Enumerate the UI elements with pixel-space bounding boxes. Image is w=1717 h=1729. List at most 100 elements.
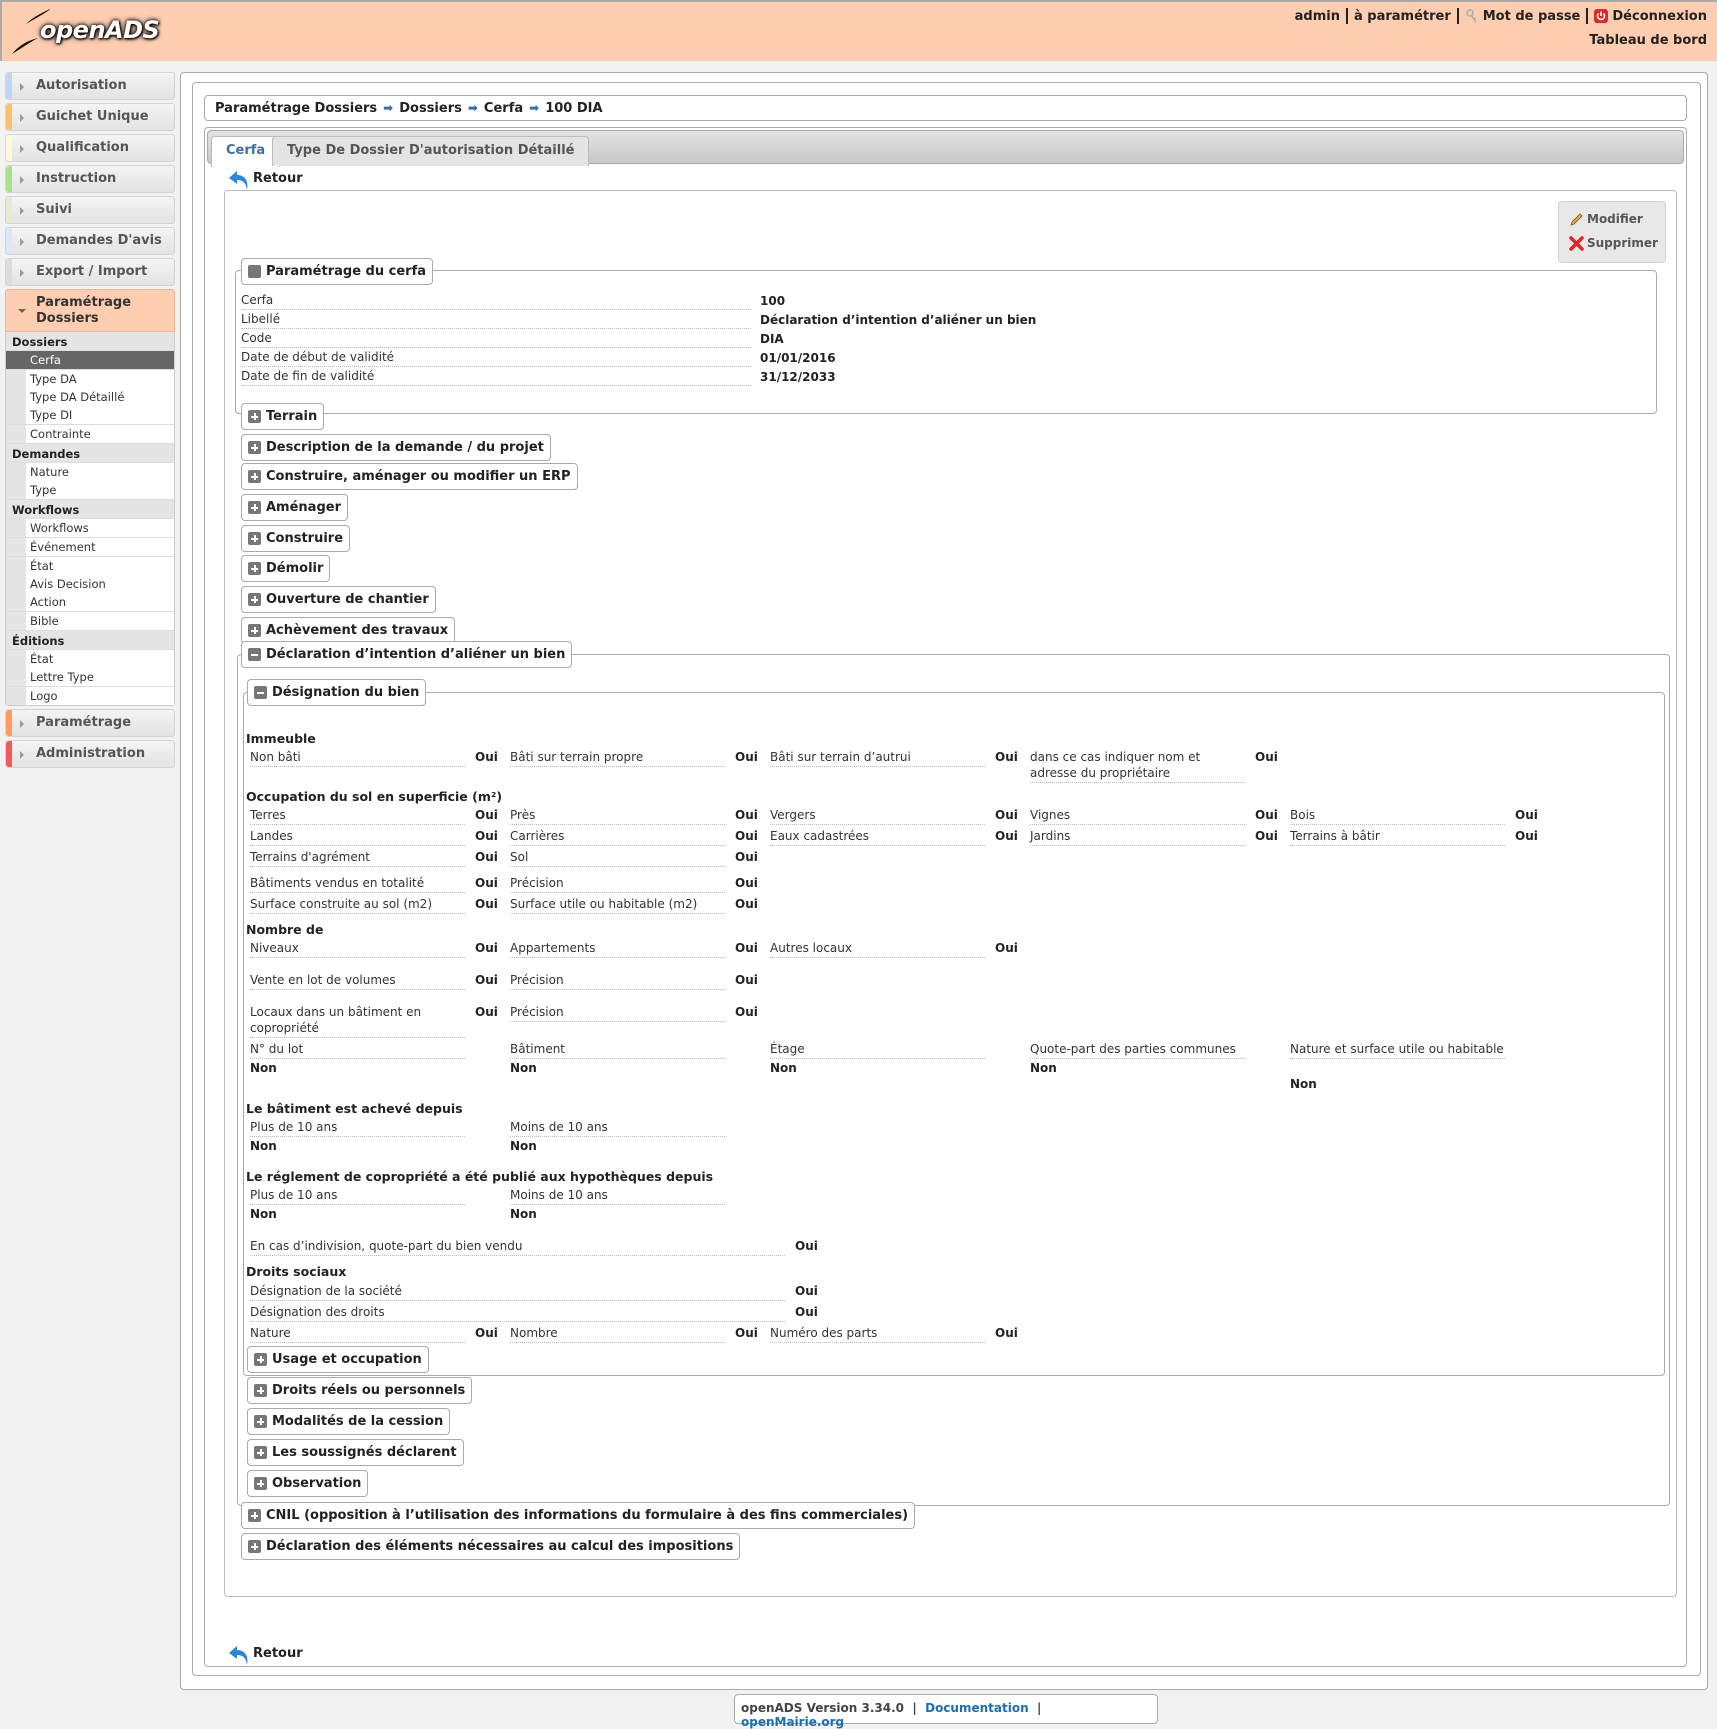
submenu-item-type-da[interactable]: Type DA	[6, 370, 174, 388]
logout-label: Déconnexion	[1612, 8, 1707, 24]
submenu-item-type-di[interactable]: Type DI	[6, 406, 174, 424]
submenu-item-etat[interactable]: État	[6, 557, 174, 575]
submenu-item-avis-decision[interactable]: Avis Decision	[6, 575, 174, 593]
field-value: Oui	[795, 1284, 818, 1298]
fieldset-legend-collapsed[interactable]: Construire	[241, 525, 351, 552]
field-value: Non	[250, 1061, 277, 1075]
menu-export-import[interactable]: Export / Import	[5, 258, 175, 286]
retour-label: Retour	[253, 171, 303, 186]
field-value: DIA	[760, 332, 784, 346]
submenu-item-bible[interactable]: Bible	[6, 612, 174, 630]
tab-cerfa[interactable]: Cerfa	[211, 136, 281, 167]
field-value: Oui	[735, 876, 758, 890]
menu-parametrage-dossiers[interactable]: Paramétrage Dossiers	[5, 289, 175, 332]
field-label: Numéro des parts	[770, 1325, 985, 1343]
submenu-item-action[interactable]: Action	[6, 593, 174, 611]
menu-label: Guichet Unique	[36, 109, 149, 124]
field-label: Nature et surface utile ou habitable	[1290, 1041, 1505, 1059]
dashboard-link[interactable]: Tableau de bord	[1589, 33, 1707, 48]
field-label: Terres	[250, 807, 465, 825]
modify-button[interactable]: Modifier	[1569, 210, 1665, 234]
fieldset-legend-collapsed[interactable]: Construire, aménager ou modifier un ERP	[241, 463, 578, 490]
menu-autorisation[interactable]: Autorisation	[5, 72, 175, 100]
submenu-item-nature[interactable]: Nature	[6, 463, 174, 481]
documentation-link[interactable]: Documentation	[925, 1701, 1029, 1715]
openads-logo[interactable]: openADS	[10, 8, 170, 58]
fieldset-legend-designation[interactable]: Désignation du bien	[247, 679, 427, 706]
fieldset-legend-collapsed[interactable]: Modalités de la cession	[247, 1408, 451, 1435]
submenu-heading-editions: Éditions	[6, 631, 174, 650]
field-value: Oui	[475, 973, 498, 987]
field-label: Bâti sur terrain propre	[510, 749, 725, 767]
submenu-item-cerfa[interactable]: Cerfa	[6, 351, 174, 369]
field-label: Près	[510, 807, 725, 825]
legend-label: CNIL (opposition à l’utilisation des inf…	[266, 1508, 909, 1523]
color-stripe	[6, 135, 12, 161]
field-label: Nature	[250, 1325, 465, 1343]
user-link[interactable]: admin	[1295, 9, 1340, 24]
legend-label: Construire, aménager ou modifier un ERP	[266, 469, 571, 484]
fieldset-legend-collapsed[interactable]: Observation	[247, 1470, 369, 1497]
openmairie-link[interactable]: openMairie.org	[741, 1715, 844, 1729]
menu-administration[interactable]: Administration	[5, 740, 175, 768]
retour-link-bottom[interactable]: Retour	[227, 1643, 303, 1665]
plus-icon	[254, 1477, 267, 1490]
menu-label: Suivi	[36, 202, 73, 217]
fieldset-legend-collapsed[interactable]: Droits réels ou personnels	[247, 1377, 473, 1404]
menu-suivi[interactable]: Suivi	[5, 196, 175, 224]
chevron-right-icon	[20, 83, 24, 91]
field-value: Oui	[1255, 829, 1278, 843]
fieldset-legend-dia[interactable]: Déclaration d’intention d’aliéner un bie…	[241, 641, 573, 668]
submenu-item-contrainte[interactable]: Contrainte	[6, 425, 174, 443]
delete-button[interactable]: Supprimer	[1569, 234, 1665, 258]
submenu-item-type[interactable]: Type	[6, 481, 174, 499]
submenu-item-evenement[interactable]: Événement	[6, 538, 174, 556]
color-stripe	[6, 259, 12, 285]
field-value: Oui	[475, 876, 498, 890]
field-value: 31/12/2033	[760, 370, 836, 384]
submenu-item-workflows[interactable]: Workflows	[6, 519, 174, 537]
fieldset-legend-collapsed[interactable]: Aménager	[241, 494, 348, 521]
fieldset-legend-collapsed[interactable]: Ouverture de chantier	[241, 586, 436, 613]
fieldset-legend-collapsed[interactable]: Description de la demande / du projet	[241, 434, 551, 461]
fieldset-legend-collapsed[interactable]: Démolir	[241, 555, 331, 582]
retour-link-top[interactable]: Retour	[227, 168, 303, 190]
submenu-item-type-da-detaille[interactable]: Type DA Détaillé	[6, 388, 174, 406]
field-value: Oui	[735, 850, 758, 864]
fieldset-legend-collapsed[interactable]: Les soussignés déclarent	[247, 1439, 464, 1466]
breadcrumb: Paramétrage Dossiers ➡ Dossiers ➡ Cerfa ➡ 100 …	[204, 95, 1687, 121]
submenu-item-edition-etat[interactable]: État	[6, 650, 174, 668]
menu-guichet-unique[interactable]: Guichet Unique	[5, 103, 175, 131]
breadcrumb-item: 100 DIA	[545, 101, 603, 116]
main-content: Paramétrage Dossiers ➡ Dossiers ➡ Cerfa ➡ 100 …	[180, 72, 1708, 1690]
menu-instruction[interactable]: Instruction	[5, 165, 175, 193]
fieldset-legend-collapsed[interactable]: Terrain	[241, 403, 325, 430]
fieldset-legend-parametrage-cerfa[interactable]: Paramétrage du cerfa	[241, 258, 433, 285]
separator	[1586, 8, 1589, 24]
field-label: Désignation des droits	[250, 1304, 785, 1322]
actions-panel: Modifier Supprimer	[1558, 201, 1666, 263]
fieldset-legend-collapsed[interactable]: Usage et occupation	[247, 1346, 429, 1373]
submenu-item-logo[interactable]: Logo	[6, 687, 174, 705]
fieldset-legend-collapsed[interactable]: Déclaration des éléments nécessaires au …	[241, 1533, 741, 1560]
collectivite-link[interactable]: à paramétrer	[1354, 9, 1451, 24]
color-stripe	[6, 166, 12, 192]
fieldset-legend-collapsed[interactable]: CNIL (opposition à l’utilisation des inf…	[241, 1502, 916, 1529]
field-label: Niveaux	[250, 940, 465, 958]
menu-parametrage[interactable]: Paramétrage	[5, 709, 175, 737]
menu-label: Instruction	[36, 171, 117, 186]
logout-link[interactable]: Déconnexion	[1594, 9, 1707, 24]
menu-label: Demandes D'avis	[36, 233, 162, 248]
menu-label: Qualification	[36, 140, 129, 155]
field-label: Bâtiment	[510, 1041, 725, 1059]
tab-type-dossier-autorisation-detaille[interactable]: Type De Dossier D'autorisation Détaillé	[272, 136, 590, 166]
menu-demandes-avis[interactable]: Demandes D'avis	[5, 227, 175, 255]
field-value: Non	[250, 1207, 277, 1221]
field-label: Jardins	[1030, 828, 1245, 846]
legend-label: Déclaration d’intention d’aliéner un bie…	[266, 647, 566, 662]
password-link[interactable]: Mot de passe	[1465, 9, 1580, 24]
plus-icon	[254, 1415, 267, 1428]
fieldset-legend-collapsed[interactable]: Achèvement des travaux	[241, 617, 456, 644]
submenu-item-lettre-type[interactable]: Lettre Type	[6, 668, 174, 686]
menu-qualification[interactable]: Qualification	[5, 134, 175, 162]
